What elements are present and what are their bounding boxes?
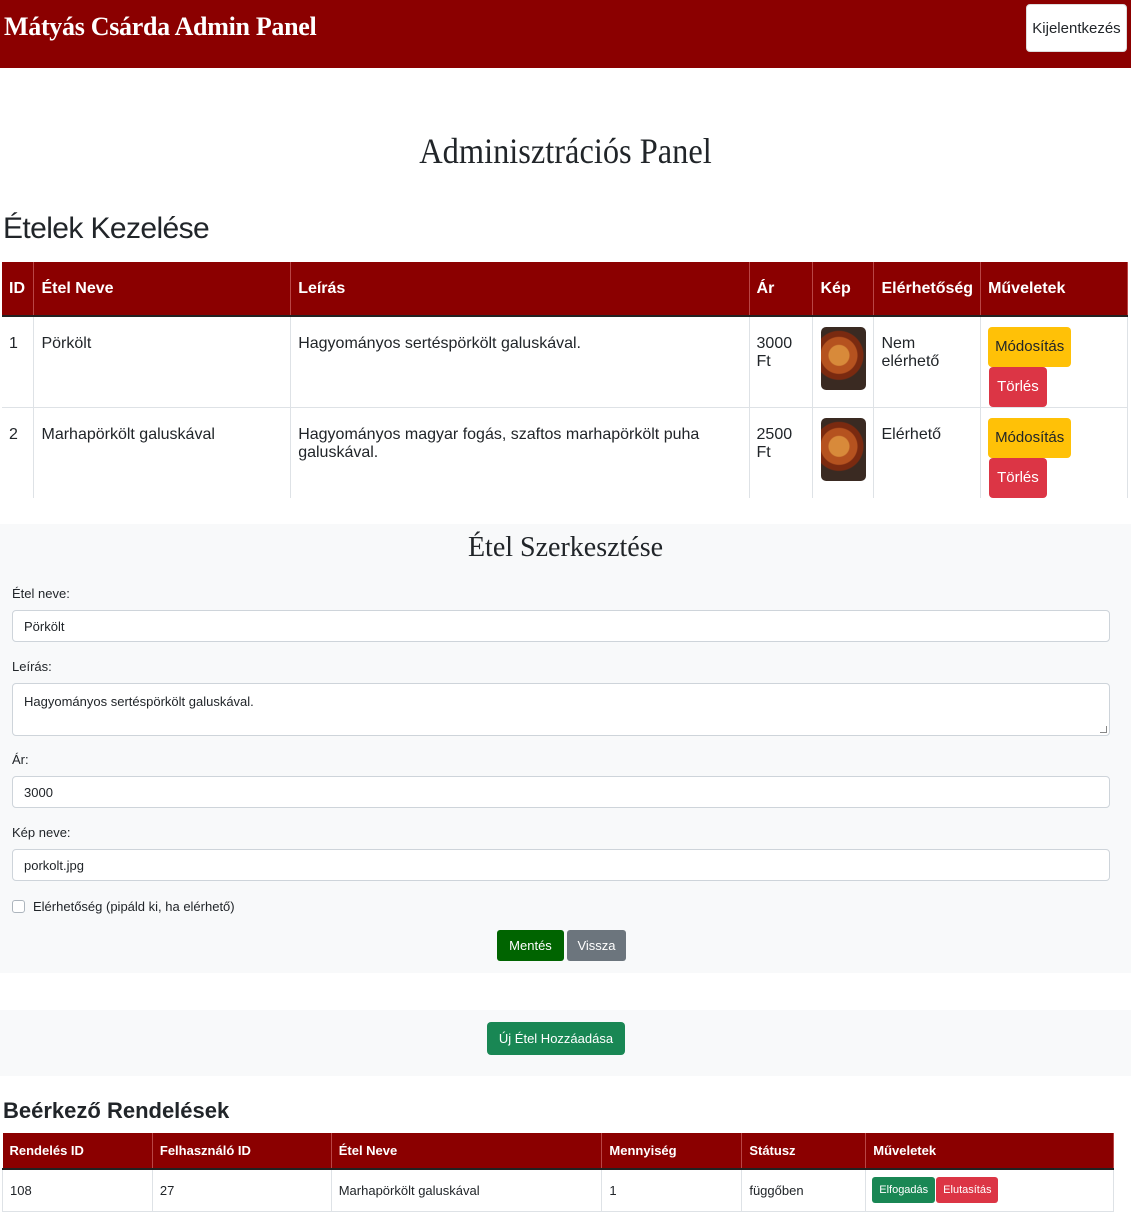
- logout-button[interactable]: Kijelentkezés: [1026, 4, 1127, 52]
- price-input[interactable]: 3000: [12, 776, 1110, 808]
- navbar: Mátyás Csárda Admin Panel Kijelentkezés: [0, 0, 1131, 68]
- header-quantity: Mennyiség: [601, 1133, 743, 1170]
- cell-description: Hagyományos magyar fogás, szaftos marhap…: [290, 407, 750, 498]
- food-name-label: Étel neve:: [12, 586, 70, 601]
- edit-button[interactable]: Módosítás: [988, 418, 1072, 458]
- back-button[interactable]: Vissza: [567, 930, 626, 961]
- header-availability: Elérhetőség: [873, 262, 982, 317]
- cell-id: 2: [2, 407, 35, 498]
- cell-price: 3000 Ft: [749, 316, 814, 408]
- cell-price: 2500 Ft: [749, 407, 814, 498]
- dish-image: [820, 418, 866, 481]
- edit-food-panel: Étel Szerkesztése Étel neve: Pörkölt Leí…: [0, 524, 1131, 973]
- header-user-id: Felhasználó ID: [152, 1133, 332, 1170]
- accept-button[interactable]: Elfogadás: [872, 1177, 936, 1204]
- image-name-label: Kép neve:: [12, 825, 71, 840]
- header-order-actions: Műveletek: [865, 1133, 1114, 1170]
- brand-title: Mátyás Csárda Admin Panel: [4, 12, 317, 41]
- availability-row: Elérhetőség (pipáld ki, ha elérhető): [12, 899, 235, 914]
- cell-order-id: 108: [2, 1169, 153, 1212]
- add-food-button[interactable]: Új Étel Hozzáadása: [487, 1022, 625, 1055]
- dish-image: [820, 327, 866, 390]
- cell-actions: MódosításTörlés: [980, 316, 1128, 408]
- header-food-name: Étel Neve: [33, 262, 292, 317]
- cell-status: függőben: [741, 1169, 867, 1212]
- orders-header-row: Rendelés ID Felhasználó ID Étel Neve Men…: [2, 1133, 1114, 1170]
- edit-panel-title: Étel Szerkesztése: [467, 532, 664, 563]
- header-description: Leírás: [290, 262, 750, 317]
- header-actions: Műveletek: [980, 262, 1128, 317]
- table-row: 2 Marhapörkölt galuskával Hagyományos ma…: [2, 407, 1128, 498]
- save-button[interactable]: Mentés: [497, 930, 564, 961]
- price-label: Ár:: [12, 752, 29, 767]
- cell-description: Hagyományos sertéspörkölt galuskával.: [290, 316, 750, 408]
- cell-order-actions: Elfogadás Elutasítás: [865, 1169, 1114, 1212]
- foods-section-title: Ételek Kezelése: [3, 212, 210, 245]
- availability-checkbox[interactable]: [12, 900, 25, 913]
- cell-availability: Nem elérhető: [873, 316, 982, 408]
- add-food-area: Új Étel Hozzáadása: [0, 1010, 1131, 1076]
- availability-label: Elérhetőség (pipáld ki, ha elérhető): [33, 899, 235, 914]
- orders-table: Rendelés ID Felhasználó ID Étel Neve Men…: [2, 1133, 1114, 1212]
- page-title: Adminisztrációs Panel: [419, 131, 712, 171]
- foods-header-row: ID Étel Neve Leírás Ár Kép Elérhetőség M…: [2, 262, 1128, 317]
- table-row: 108 27 Marhapörkölt galuskával 1 függőbe…: [2, 1169, 1114, 1212]
- header-status: Státusz: [741, 1133, 867, 1170]
- cell-availability: Elérhető: [873, 407, 982, 498]
- reject-button[interactable]: Elutasítás: [936, 1177, 999, 1204]
- orders-section-title: Beérkező Rendelések: [3, 1098, 230, 1123]
- cell-image: [812, 316, 875, 408]
- food-name-input[interactable]: Pörkölt: [12, 610, 1110, 642]
- image-name-input[interactable]: porkolt.jpg: [12, 849, 1110, 881]
- edit-button[interactable]: Módosítás: [988, 327, 1072, 367]
- delete-button[interactable]: Törlés: [989, 367, 1047, 407]
- cell-id: 1: [2, 316, 35, 408]
- header-order-food-name: Étel Neve: [331, 1133, 603, 1170]
- cell-actions: MódosításTörlés: [980, 407, 1128, 498]
- delete-button[interactable]: Törlés: [989, 458, 1047, 498]
- cell-food-name: Marhapörkölt galuskával: [33, 407, 292, 498]
- header-id: ID: [2, 262, 35, 317]
- header-image: Kép: [812, 262, 875, 317]
- description-textarea[interactable]: Hagyományos sertéspörkölt galuskával.: [12, 683, 1110, 736]
- cell-order-food-name: Marhapörkölt galuskával: [330, 1169, 603, 1212]
- description-label: Leírás:: [12, 659, 52, 674]
- cell-image: [812, 407, 875, 498]
- header-price: Ár: [749, 262, 814, 317]
- cell-food-name: Pörkölt: [33, 316, 292, 408]
- resize-grip-icon[interactable]: [1100, 726, 1107, 733]
- table-row: 1 Pörkölt Hagyományos sertéspörkölt galu…: [2, 316, 1128, 408]
- description-text: Hagyományos sertéspörkölt galuskával.: [24, 694, 254, 709]
- cell-user-id: 27: [151, 1169, 332, 1212]
- foods-table: ID Étel Neve Leírás Ár Kép Elérhetőség M…: [2, 262, 1128, 498]
- header-order-id: Rendelés ID: [2, 1133, 153, 1170]
- cell-quantity: 1: [601, 1169, 743, 1212]
